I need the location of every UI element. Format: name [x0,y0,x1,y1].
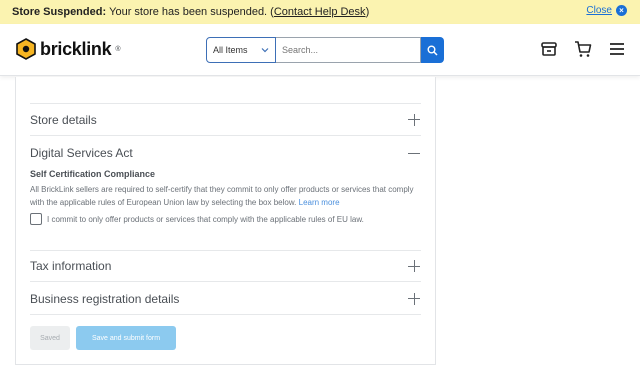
category-selected: All Items [213,45,248,55]
saved-button[interactable]: Saved [30,326,70,350]
section-tax-information[interactable]: Tax information [30,250,421,282]
section-title: Digital Services Act [30,146,133,160]
site-header: bricklink ® All Items [0,24,640,76]
suspension-banner: Store Suspended: Your store has been sus… [0,0,640,24]
store-settings-form: Store details Digital Services Act Self … [15,77,436,365]
bricklink-logo-mark-icon [16,38,36,60]
header-icons [540,40,626,58]
section-store-details[interactable]: Store details [30,104,421,136]
section-digital-services-act[interactable]: Digital Services Act [30,137,421,169]
expand-plus-icon [408,113,420,126]
search-bar: All Items [206,37,444,63]
learn-more-link[interactable]: Learn more [299,198,340,207]
collapse-minus-icon [408,147,420,159]
chevron-down-icon [261,48,269,53]
store-icon[interactable] [540,40,558,58]
close-label: Close [586,5,612,16]
eu-compliance-checkbox-row: I commit to only offer products or servi… [30,213,364,225]
search-icon [427,45,438,56]
cart-icon[interactable] [574,40,592,58]
dsa-description-text: All BrickLink sellers are required to se… [30,185,414,207]
dsa-subtitle: Self Certification Compliance [30,169,156,179]
registered-mark: ® [115,45,121,53]
save-and-submit-button[interactable]: Save and submit form [76,326,176,350]
eu-compliance-checkbox[interactable] [30,213,42,225]
section-title: Tax information [30,259,112,273]
section-business-registration[interactable]: Business registration details [30,283,421,315]
bricklink-logo[interactable]: bricklink ® [16,38,121,60]
brand-name: bricklink [40,38,112,59]
search-button[interactable] [421,37,444,63]
expand-plus-icon [408,292,420,305]
close-banner-button[interactable]: Close × [586,5,627,16]
dsa-description: All BrickLink sellers are required to se… [30,183,425,209]
expand-plus-icon [408,260,420,272]
banner-message-end: ) [365,6,370,18]
checkbox-label: I commit to only offer products or servi… [47,214,364,224]
search-input[interactable] [276,37,421,63]
banner-label: Store Suspended: [12,6,107,18]
form-actions: Saved Save and submit form [30,326,176,350]
section-title: Store details [30,112,97,127]
dsa-content: Self Certification Compliance All BrickL… [30,169,421,225]
menu-icon[interactable] [608,40,626,58]
close-icon: × [616,5,627,16]
contact-help-desk-link[interactable]: Contact Help Desk [274,6,366,18]
section-title: Business registration details [30,291,180,306]
category-select[interactable]: All Items [206,37,276,63]
banner-message: Your store has been suspended. ( [109,6,274,18]
